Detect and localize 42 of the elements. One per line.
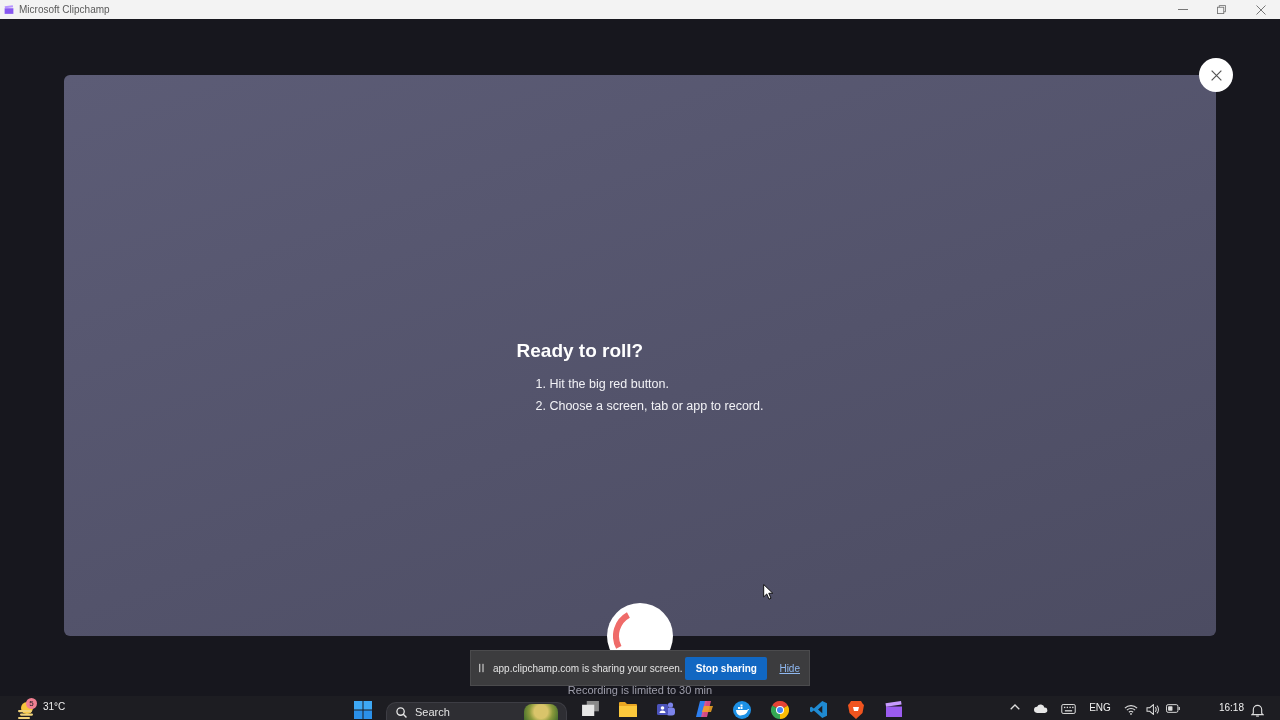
search-icon: [396, 706, 407, 718]
search-input[interactable]: Search: [415, 706, 515, 718]
bell-icon[interactable]: [1250, 704, 1264, 717]
folder-icon[interactable]: [619, 701, 637, 717]
search-highlight-image: [524, 703, 558, 720]
close-icon[interactable]: [1255, 4, 1266, 15]
dialog-heading: Ready to roll?: [516, 339, 644, 363]
shield-icon[interactable]: [848, 701, 864, 719]
cloud-icon[interactable]: [1034, 704, 1048, 713]
whale-icon[interactable]: [733, 701, 751, 719]
close-icon: [1210, 69, 1222, 81]
minimize-icon[interactable]: [1177, 9, 1188, 10]
tricolor-ring-icon[interactable]: [771, 701, 789, 719]
instruction-step: 2. Choose a screen, tab or app to record.: [516, 395, 764, 417]
chevron-up-icon[interactable]: [1010, 704, 1020, 710]
slanted-bands-icon[interactable]: [695, 701, 713, 717]
volume-icon[interactable]: [1145, 704, 1159, 715]
wifi-icon[interactable]: [1124, 704, 1138, 715]
stop-sharing-button[interactable]: Stop sharing: [685, 656, 768, 680]
keyboard-icon[interactable]: [1060, 704, 1076, 714]
tiles-icon[interactable]: [354, 701, 372, 719]
search-field[interactable]: Search: [386, 702, 567, 720]
hide-link[interactable]: Hide: [779, 662, 800, 674]
ribbon-icon[interactable]: [809, 701, 827, 718]
close-button[interactable]: [1199, 58, 1233, 92]
instruction-step: 1. Hit the big red button.: [516, 373, 669, 395]
sharing-message: app.clipchamp.com is sharing your screen.: [493, 662, 683, 674]
clapperboard-icon: [4, 5, 14, 14]
recording-limit-note: Recording is limited to 30 min: [567, 685, 713, 696]
window-title: Microsoft Clipchamp: [19, 4, 110, 15]
cursor-icon: [763, 584, 774, 600]
language-indicator[interactable]: ENG: [1089, 702, 1111, 713]
arc-icon: [613, 612, 631, 650]
restore-icon[interactable]: [1217, 5, 1226, 14]
people-tile-icon[interactable]: [657, 701, 675, 717]
battery-icon[interactable]: [1166, 704, 1180, 713]
grip-icon[interactable]: [479, 663, 484, 673]
stacked-squares-icon[interactable]: [581, 701, 599, 716]
temperature[interactable]: 31°C: [43, 701, 66, 713]
notification-badge: 5: [26, 698, 37, 709]
clapperboard-icon[interactable]: [885, 701, 903, 717]
clock-time[interactable]: 16:18: [1218, 702, 1244, 713]
